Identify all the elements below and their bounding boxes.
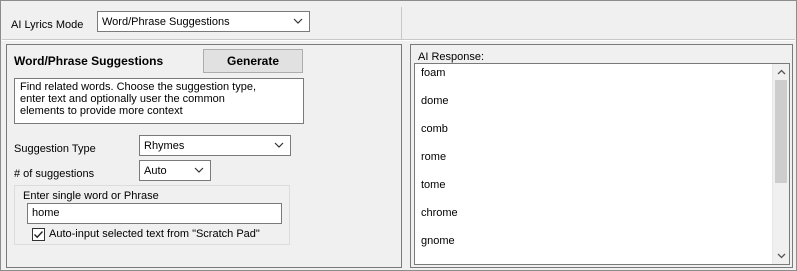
ai-response-panel: AI Response: foam dome comb rome tome ch…	[410, 44, 793, 268]
description-line: enter text and optionally user the commo…	[20, 93, 225, 105]
list-item[interactable]: foam	[421, 67, 445, 79]
suggestion-type-label: Suggestion Type	[14, 143, 96, 155]
list-item[interactable]: dome	[421, 95, 449, 107]
ai-lyrics-mode-label: AI Lyrics Mode	[11, 19, 84, 31]
phrase-input[interactable]: home	[27, 203, 282, 224]
chevron-up-icon[interactable]	[773, 64, 789, 80]
phrase-group-title: Enter single word or Phrase	[21, 190, 161, 202]
header-separator-highlight	[2, 40, 795, 41]
chevron-down-icon	[193, 164, 205, 176]
description-line: elements to provide more context	[20, 105, 183, 117]
list-item[interactable]: chrome	[421, 207, 458, 219]
num-suggestions-select[interactable]: Auto	[139, 160, 211, 181]
num-suggestions-value: Auto	[144, 164, 167, 177]
suggestion-type-select[interactable]: Rhymes	[139, 135, 291, 156]
suggestions-panel: Word/Phrase Suggestions Generate Find re…	[6, 44, 402, 268]
list-item[interactable]: gnome	[421, 235, 455, 247]
vertical-scrollbar[interactable]	[772, 64, 789, 264]
generate-button[interactable]: Generate	[203, 49, 303, 73]
ai-lyrics-window: AI Lyrics Mode Word/Phrase Suggestions W…	[0, 0, 797, 271]
scrollbar-thumb[interactable]	[775, 80, 787, 183]
description-box: Find related words. Choose the suggestio…	[14, 78, 304, 124]
chevron-down-icon	[273, 139, 285, 151]
num-suggestions-label: # of suggestions	[14, 168, 95, 180]
list-item[interactable]: comb	[421, 123, 448, 135]
auto-input-checkbox-label[interactable]: Auto-input selected text from "Scratch P…	[49, 228, 260, 240]
suggestion-type-value: Rhymes	[144, 139, 185, 152]
panel-title: Word/Phrase Suggestions	[14, 54, 164, 68]
top-divider	[401, 7, 402, 40]
auto-input-checkbox[interactable]	[32, 228, 45, 241]
ai-lyrics-mode-select[interactable]: Word/Phrase Suggestions	[97, 11, 310, 32]
chevron-down-icon[interactable]	[773, 248, 789, 264]
chevron-down-icon	[292, 15, 304, 27]
ai-response-list[interactable]: foam dome comb rome tome chrome gnome	[414, 63, 790, 265]
description-line: Find related words. Choose the suggestio…	[20, 81, 257, 93]
list-item[interactable]: tome	[421, 179, 445, 191]
ai-lyrics-mode-value: Word/Phrase Suggestions	[102, 15, 230, 28]
checkmark-icon	[34, 231, 44, 239]
list-item[interactable]: rome	[421, 151, 446, 163]
ai-response-label: AI Response:	[418, 51, 485, 63]
